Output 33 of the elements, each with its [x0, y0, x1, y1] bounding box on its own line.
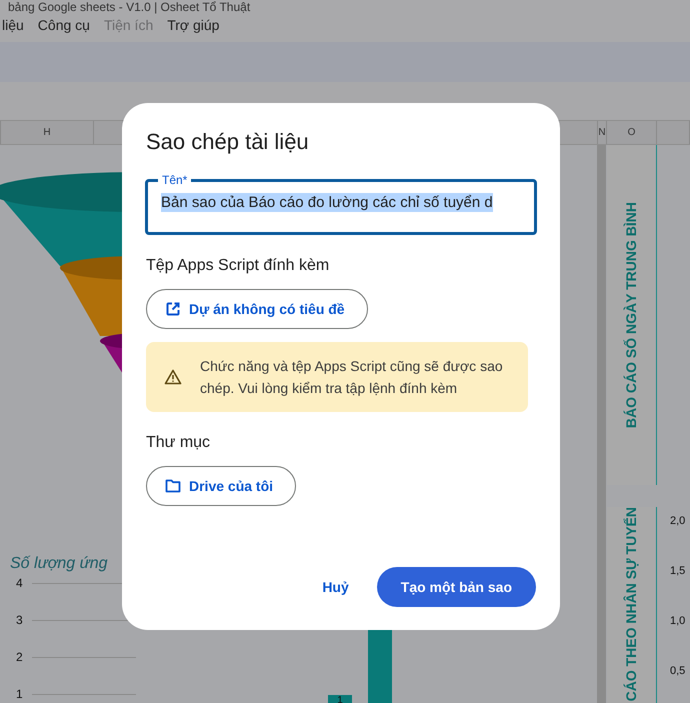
document-title: bảng Google sheets - V1.0 | Osheet Tổ Thuật: [7, 0, 252, 14]
dialog-title: Sao chép tài liệu: [146, 129, 310, 155]
warning-icon: [164, 369, 182, 385]
axis-tick-label: 1,5: [670, 565, 686, 577]
axis-tick-label: 0,5: [670, 665, 686, 677]
column-header[interactable]: N: [598, 121, 607, 144]
data-label: 1: [337, 695, 343, 703]
menu-item[interactable]: Công cụ: [38, 15, 90, 35]
field-label: Tên*: [161, 173, 188, 187]
axis-tick-label: 2: [16, 650, 24, 664]
section-heading: Tệp Apps Script đính kèm: [146, 257, 330, 275]
vertical-title: BÁO CÁO SỐ NGÀY TRUNG BÌNH: [623, 202, 639, 428]
script-project-button[interactable]: Dự án không có tiêu đề: [146, 289, 368, 329]
make-copy-button[interactable]: Tạo một bản sao: [376, 567, 536, 607]
folder-button[interactable]: Drive của tôi: [146, 466, 296, 506]
axis-tick-label: 1: [16, 687, 24, 701]
name-field[interactable]: Tên* Bản sao của Báo cáo đo lường các chỉ số tuyển d: [145, 173, 537, 235]
chart-title: Số lượng ứng: [10, 555, 108, 573]
column-header[interactable]: O: [607, 121, 657, 144]
column-header[interactable]: H: [1, 121, 94, 144]
field-value: Bản sao của Báo cáo đo lường các chỉ số tuyển d: [161, 193, 493, 212]
open-in-new-icon: [165, 301, 181, 317]
menu-item[interactable]: Trợ giúp: [167, 15, 220, 35]
vertical-title: CÁO THEO NHÂN SỰ TUYỂN: [623, 507, 639, 702]
folder-icon: [165, 479, 181, 493]
axis-tick-label: 4: [16, 576, 24, 590]
warning-text: Chức năng và tệp Apps Script cũng sẽ được sao chép. Vui lòng kiểm tra tập lệnh đính kèm: [200, 357, 504, 398]
axis-tick-label: 2,0: [670, 515, 686, 527]
axis-tick-label: 1,0: [670, 615, 686, 627]
section-heading: Thư mục: [146, 434, 212, 452]
cancel-button[interactable]: Huỷ: [318, 569, 353, 605]
menu-item[interactable]: liệu: [2, 15, 24, 35]
axis-tick-label: 3: [16, 613, 24, 627]
